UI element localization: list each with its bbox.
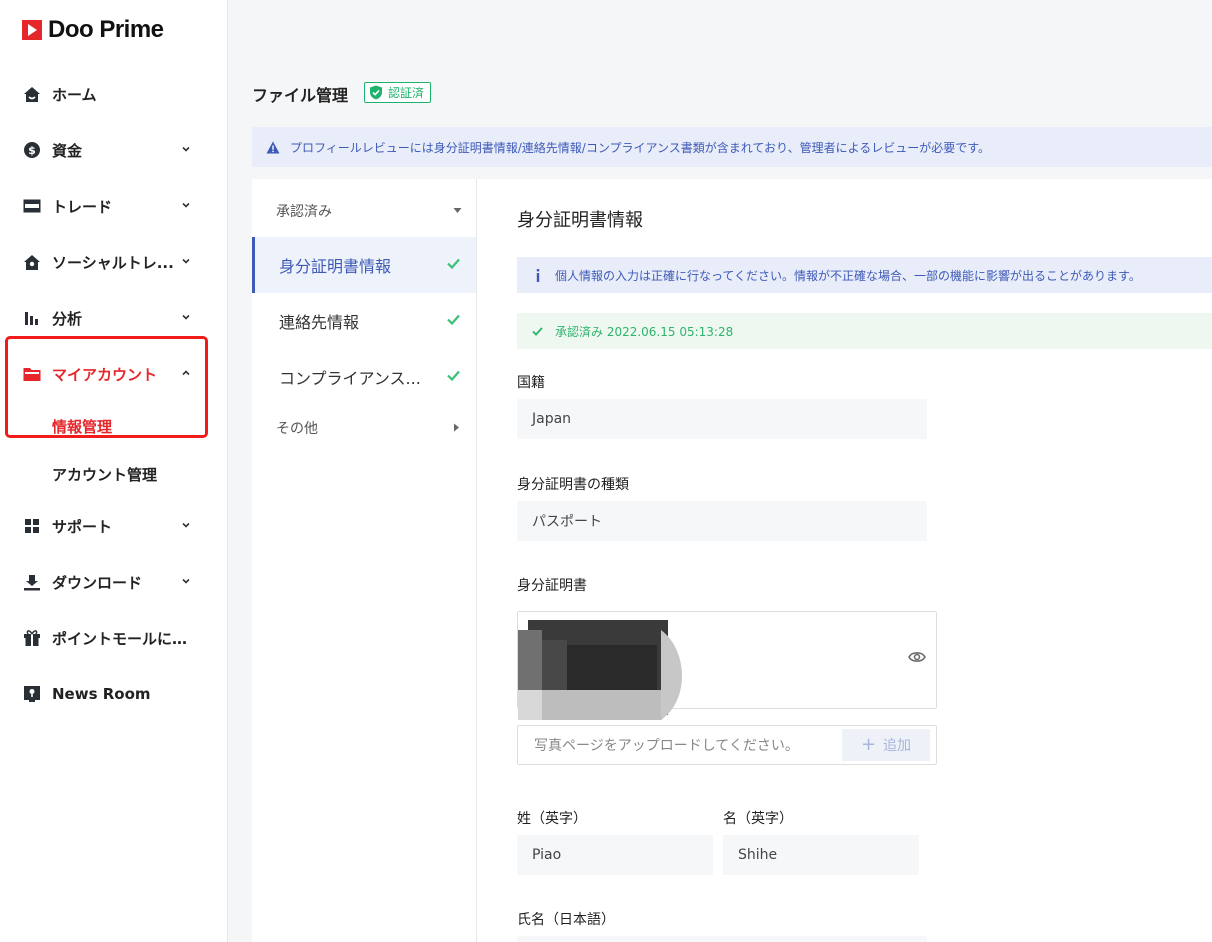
sidebar-item-point-mall[interactable]: ポイントモールにロ...	[0, 610, 228, 666]
card-icon	[22, 196, 42, 216]
sidebar-subitem-account-management[interactable]: アカウント管理	[0, 450, 228, 498]
caret-right-icon	[454, 423, 459, 432]
download-icon	[22, 572, 42, 592]
verified-badge: 認証済	[364, 82, 432, 103]
chevron-down-icon	[182, 202, 190, 208]
tab-label: 身分証明書情報	[279, 257, 392, 276]
nationality-field: Japan	[517, 399, 927, 439]
chevron-down-icon	[182, 522, 190, 528]
review-notice: プロフィールレビューには身分証明書情報/連絡先情報/コンプライアンス書類が含まれ…	[252, 127, 1212, 167]
sidebar-item-label: ホーム	[52, 85, 97, 104]
last-name-label: 姓（英字）	[517, 811, 587, 827]
document-thumbnail	[518, 620, 683, 720]
nationality-label: 国籍	[517, 375, 545, 391]
tab-contact-info[interactable]: 連絡先情報	[252, 293, 476, 349]
first-name-label: 名（英字）	[723, 811, 793, 827]
shield-check-icon	[370, 85, 382, 100]
sidebar-item-my-account[interactable]: マイアカウント	[0, 346, 228, 402]
sidebar-item-news-room[interactable]: News Room	[0, 666, 228, 722]
document-panel: 承認済み 身分証明書情報 連絡先情報 コンプライアンス... その他 身分証明書…	[252, 179, 1212, 942]
sidebar-item-label: ポイントモールにロ...	[52, 629, 200, 648]
chevron-up-icon	[182, 370, 190, 376]
sidebar-item-label: トレード	[52, 197, 113, 216]
sidebar-item-support[interactable]: サポート	[0, 498, 228, 554]
add-file-button[interactable]: + 追加	[842, 729, 930, 761]
grid-icon	[22, 516, 42, 536]
news-room-icon	[22, 684, 42, 704]
check-icon	[447, 314, 460, 325]
social-icon	[22, 252, 42, 272]
gift-icon	[22, 628, 42, 648]
add-label: 追加	[883, 738, 912, 754]
id-type-field: パスポート	[517, 501, 927, 541]
id-type-label: 身分証明書の種類	[517, 477, 629, 493]
tab-label: コンプライアンス...	[279, 369, 421, 388]
tab-group-approved[interactable]: 承認済み	[252, 191, 476, 231]
warning-icon	[266, 141, 280, 153]
photo-upload-field[interactable]: 写真ページをアップロードしてください。 + 追加	[517, 725, 937, 765]
sidebar-item-download[interactable]: ダウンロード	[0, 554, 228, 610]
chevron-down-icon	[182, 578, 190, 584]
last-name-field: Piao	[517, 835, 713, 875]
sidebar-item-analysis[interactable]: 分析	[0, 290, 228, 346]
eye-icon[interactable]	[908, 650, 926, 664]
sidebar-item-home[interactable]: ホーム	[0, 66, 228, 122]
svg-text:$: $	[28, 144, 36, 157]
tab-label: 連絡先情報	[279, 313, 360, 332]
page-title: ファイル管理	[252, 86, 349, 105]
sidebar: Doo Prime ホーム $ 資金 トレード ソーシャルトレ... 分析 マイ…	[0, 0, 228, 942]
caret-down-icon	[453, 208, 462, 213]
doo-prime-logo-icon	[22, 20, 42, 40]
brand-name: Doo Prime	[48, 16, 164, 43]
full-name-jp-label: 氏名（日本語）	[517, 912, 615, 928]
tab-group-label: その他	[276, 421, 318, 437]
sidebar-item-label: ダウンロード	[52, 573, 143, 592]
chevron-down-icon	[182, 146, 190, 152]
tab-identity-info[interactable]: 身分証明書情報	[252, 237, 476, 293]
main-content: ファイル管理 認証済 プロフィールレビューには身分証明書情報/連絡先情報/コンプ…	[228, 0, 1212, 942]
bar-chart-icon	[22, 308, 42, 328]
chevron-down-icon	[182, 314, 190, 320]
sidebar-item-label: ソーシャルトレ...	[52, 253, 174, 272]
tab-group-other[interactable]: その他	[252, 408, 476, 448]
id-document-label: 身分証明書	[517, 578, 587, 594]
check-icon	[447, 370, 460, 381]
accuracy-notice-text: 個人情報の入力は正確に行なってください。情報が不正確な場合、一部の機能に影響が出…	[555, 268, 1141, 283]
sidebar-item-label: 分析	[52, 309, 83, 328]
home-icon	[22, 84, 42, 104]
approval-status: 承認済み 2022.06.15 05:13:28	[517, 313, 1212, 349]
tab-group-label: 承認済み	[276, 204, 332, 220]
sidebar-subitem-info-management[interactable]: 情報管理	[0, 402, 228, 450]
sidebar-item-funds[interactable]: $ 資金	[0, 122, 228, 178]
sidebar-nav: ホーム $ 資金 トレード ソーシャルトレ... 分析 マイアカウント 情報管理…	[0, 66, 228, 722]
check-icon	[447, 258, 460, 269]
info-icon	[533, 268, 543, 282]
approval-status-text: 承認済み 2022.06.15 05:13:28	[555, 324, 734, 339]
plus-icon: +	[860, 734, 877, 755]
sidebar-item-label: News Room	[52, 685, 151, 703]
sidebar-item-social-trading[interactable]: ソーシャルトレ...	[0, 234, 228, 290]
folder-icon	[22, 364, 42, 384]
full-name-jp-field	[517, 936, 927, 942]
chevron-down-icon	[182, 258, 190, 264]
section-title: 身分証明書情報	[517, 210, 643, 231]
sidebar-item-trade[interactable]: トレード	[0, 178, 228, 234]
upload-placeholder: 写真ページをアップロードしてください。	[534, 738, 799, 754]
check-icon	[532, 326, 543, 336]
accuracy-notice: 個人情報の入力は正確に行なってください。情報が不正確な場合、一部の機能に影響が出…	[517, 257, 1212, 293]
verified-label: 認証済	[388, 86, 425, 100]
sidebar-item-label: サポート	[52, 517, 113, 536]
brand-logo[interactable]: Doo Prime	[22, 16, 164, 44]
id-document-preview	[517, 611, 937, 720]
document-tabs: 承認済み 身分証明書情報 連絡先情報 コンプライアンス... その他	[252, 179, 477, 942]
tab-compliance[interactable]: コンプライアンス...	[252, 349, 476, 405]
sidebar-item-label: マイアカウント	[52, 365, 158, 384]
sidebar-item-label: 資金	[52, 141, 83, 160]
dollar-icon: $	[22, 140, 42, 160]
review-notice-text: プロフィールレビューには身分証明書情報/連絡先情報/コンプライアンス書類が含まれ…	[290, 140, 991, 155]
first-name-field: Shihe	[723, 835, 919, 875]
